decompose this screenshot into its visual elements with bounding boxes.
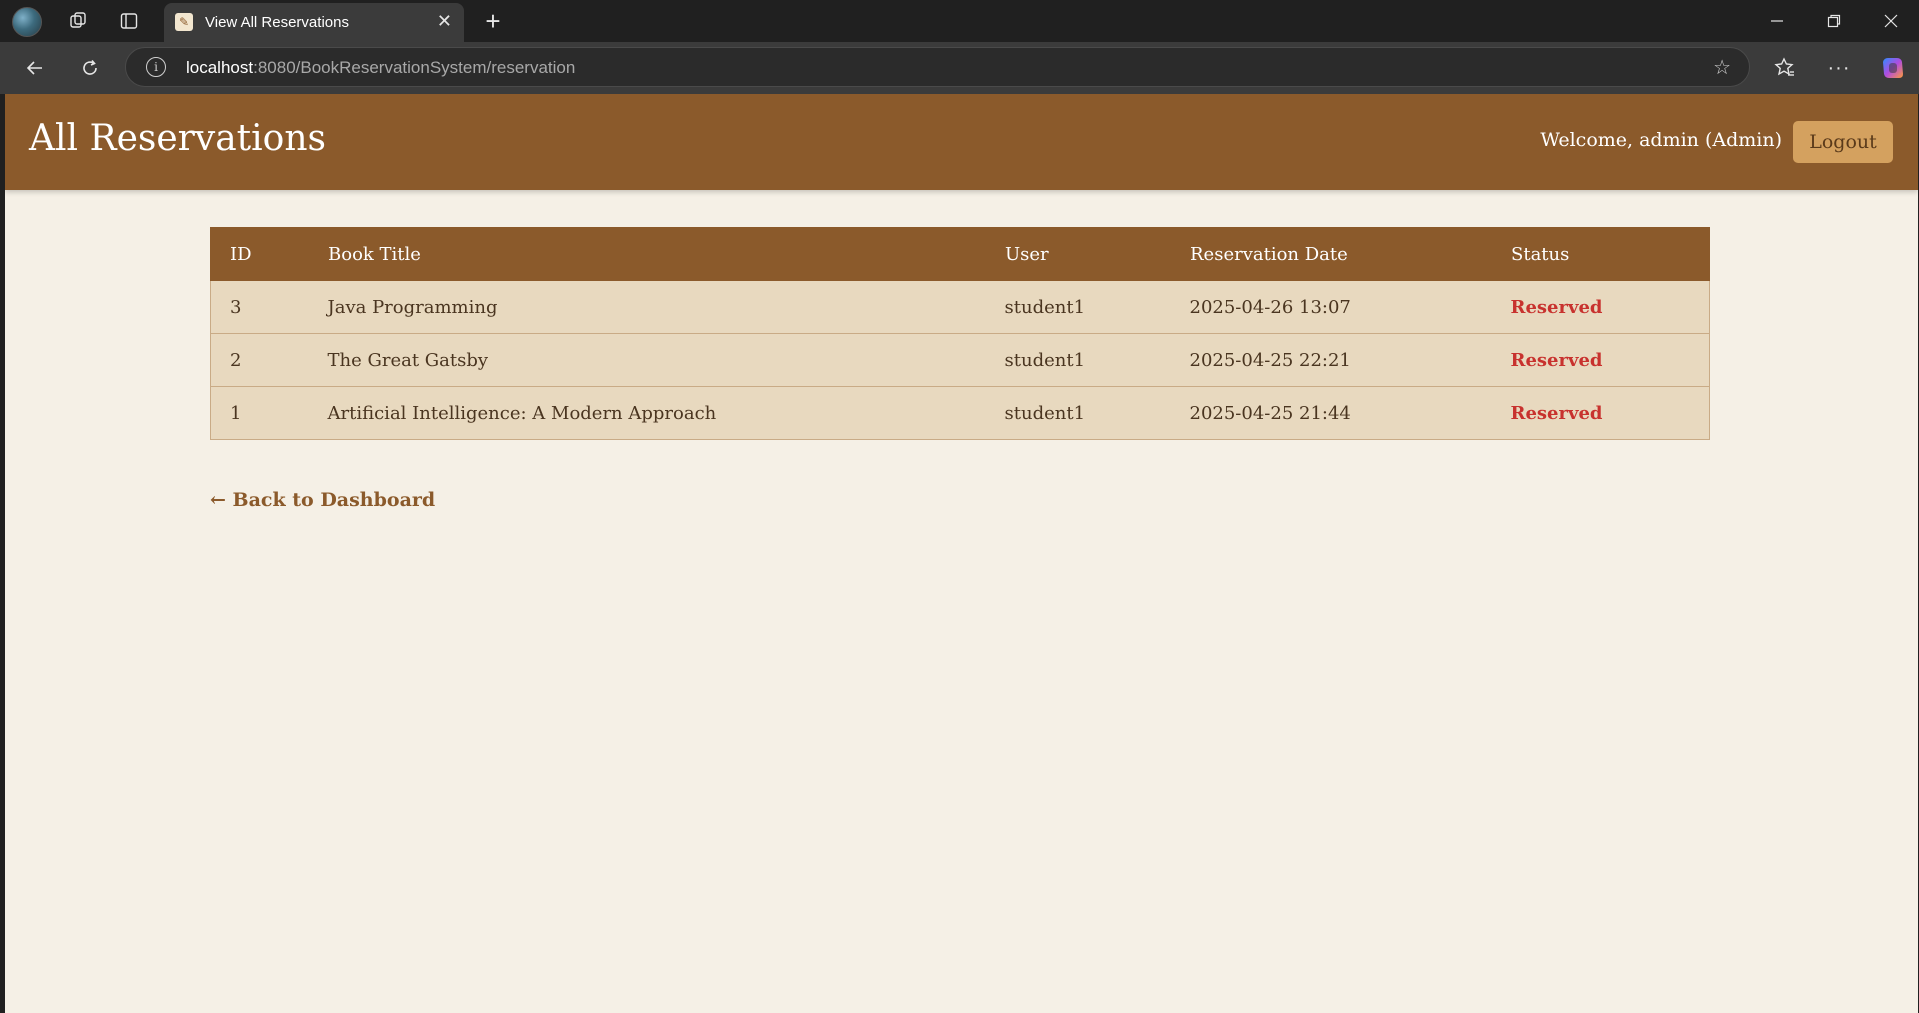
more-options-icon[interactable]: ··· [1824, 42, 1854, 94]
welcome-message: Welcome, admin (Admin) [1540, 129, 1782, 151]
table-row: 2 The Great Gatsby student1 2025-04-25 2… [210, 333, 1710, 387]
profile-avatar[interactable] [12, 7, 42, 37]
cell-user: student1 [985, 386, 1171, 440]
page-header: All Reservations Welcome, admin (Admin) … [5, 94, 1918, 190]
cell-id: 2 [210, 333, 309, 387]
cell-id: 1 [210, 386, 309, 440]
back-arrow-icon[interactable] [20, 42, 50, 94]
site-favicon-icon: ✎ [175, 13, 193, 31]
cell-book-title: Java Programming [308, 280, 986, 334]
site-info-icon[interactable]: i [146, 57, 166, 77]
favorite-star-icon[interactable]: ☆ [1713, 55, 1731, 80]
copilot-icon[interactable] [1877, 42, 1909, 94]
browser-toolbar: i localhost:8080/BookReservationSystem/r… [0, 42, 1919, 94]
cell-user: student1 [985, 280, 1171, 334]
workspaces-icon[interactable] [63, 0, 93, 42]
column-header-book-title: Book Title [308, 227, 986, 281]
cell-reservation-date: 2025-04-25 22:21 [1170, 333, 1492, 387]
tab-view-all-reservations[interactable]: ✎ View All Reservations ✕ [164, 3, 464, 42]
restore-icon[interactable] [1819, 0, 1849, 42]
close-tab-icon[interactable]: ✕ [437, 11, 452, 32]
logout-button[interactable]: Logout [1793, 121, 1893, 163]
cell-id: 3 [210, 280, 309, 334]
cell-status: Reserved [1491, 333, 1710, 387]
cell-book-title: The Great Gatsby [308, 333, 986, 387]
address-url: localhost:8080/BookReservationSystem/res… [186, 58, 575, 78]
page-content: All Reservations Welcome, admin (Admin) … [5, 94, 1918, 1013]
cell-book-title: Artificial Intelligence: A Modern Approa… [308, 386, 986, 440]
reservations-table: ID Book Title User Reservation Date Stat… [210, 227, 1710, 440]
minimize-icon[interactable] [1762, 0, 1792, 42]
address-bar[interactable]: i localhost:8080/BookReservationSystem/r… [125, 47, 1750, 87]
column-header-reservation-date: Reservation Date [1170, 227, 1492, 281]
favorites-icon[interactable] [1770, 42, 1800, 94]
column-header-user: User [985, 227, 1171, 281]
column-header-id: ID [210, 227, 309, 281]
cell-user: student1 [985, 333, 1171, 387]
cell-status: Reserved [1491, 386, 1710, 440]
cell-status: Reserved [1491, 280, 1710, 334]
column-header-status: Status [1491, 227, 1710, 281]
reload-icon[interactable] [75, 42, 105, 94]
browser-tab-strip: ✎ View All Reservations ✕ + [0, 0, 1919, 42]
back-to-dashboard-link[interactable]: ← Back to Dashboard [210, 489, 435, 511]
cell-reservation-date: 2025-04-25 21:44 [1170, 386, 1492, 440]
tab-title: View All Reservations [205, 14, 349, 31]
table-row: 1 Artificial Intelligence: A Modern Appr… [210, 386, 1710, 440]
new-tab-icon[interactable]: + [478, 0, 508, 42]
reservations-table-container: ID Book Title User Reservation Date Stat… [210, 227, 1710, 440]
cell-reservation-date: 2025-04-26 13:07 [1170, 280, 1492, 334]
page-title: All Reservations [29, 118, 326, 159]
close-window-icon[interactable] [1876, 0, 1906, 42]
address-path: :8080/BookReservationSystem/reservation [253, 58, 576, 77]
tab-actions-icon[interactable] [114, 0, 144, 42]
address-host: localhost [186, 58, 254, 77]
table-header-row: ID Book Title User Reservation Date Stat… [210, 227, 1710, 281]
table-row: 3 Java Programming student1 2025-04-26 1… [210, 280, 1710, 334]
